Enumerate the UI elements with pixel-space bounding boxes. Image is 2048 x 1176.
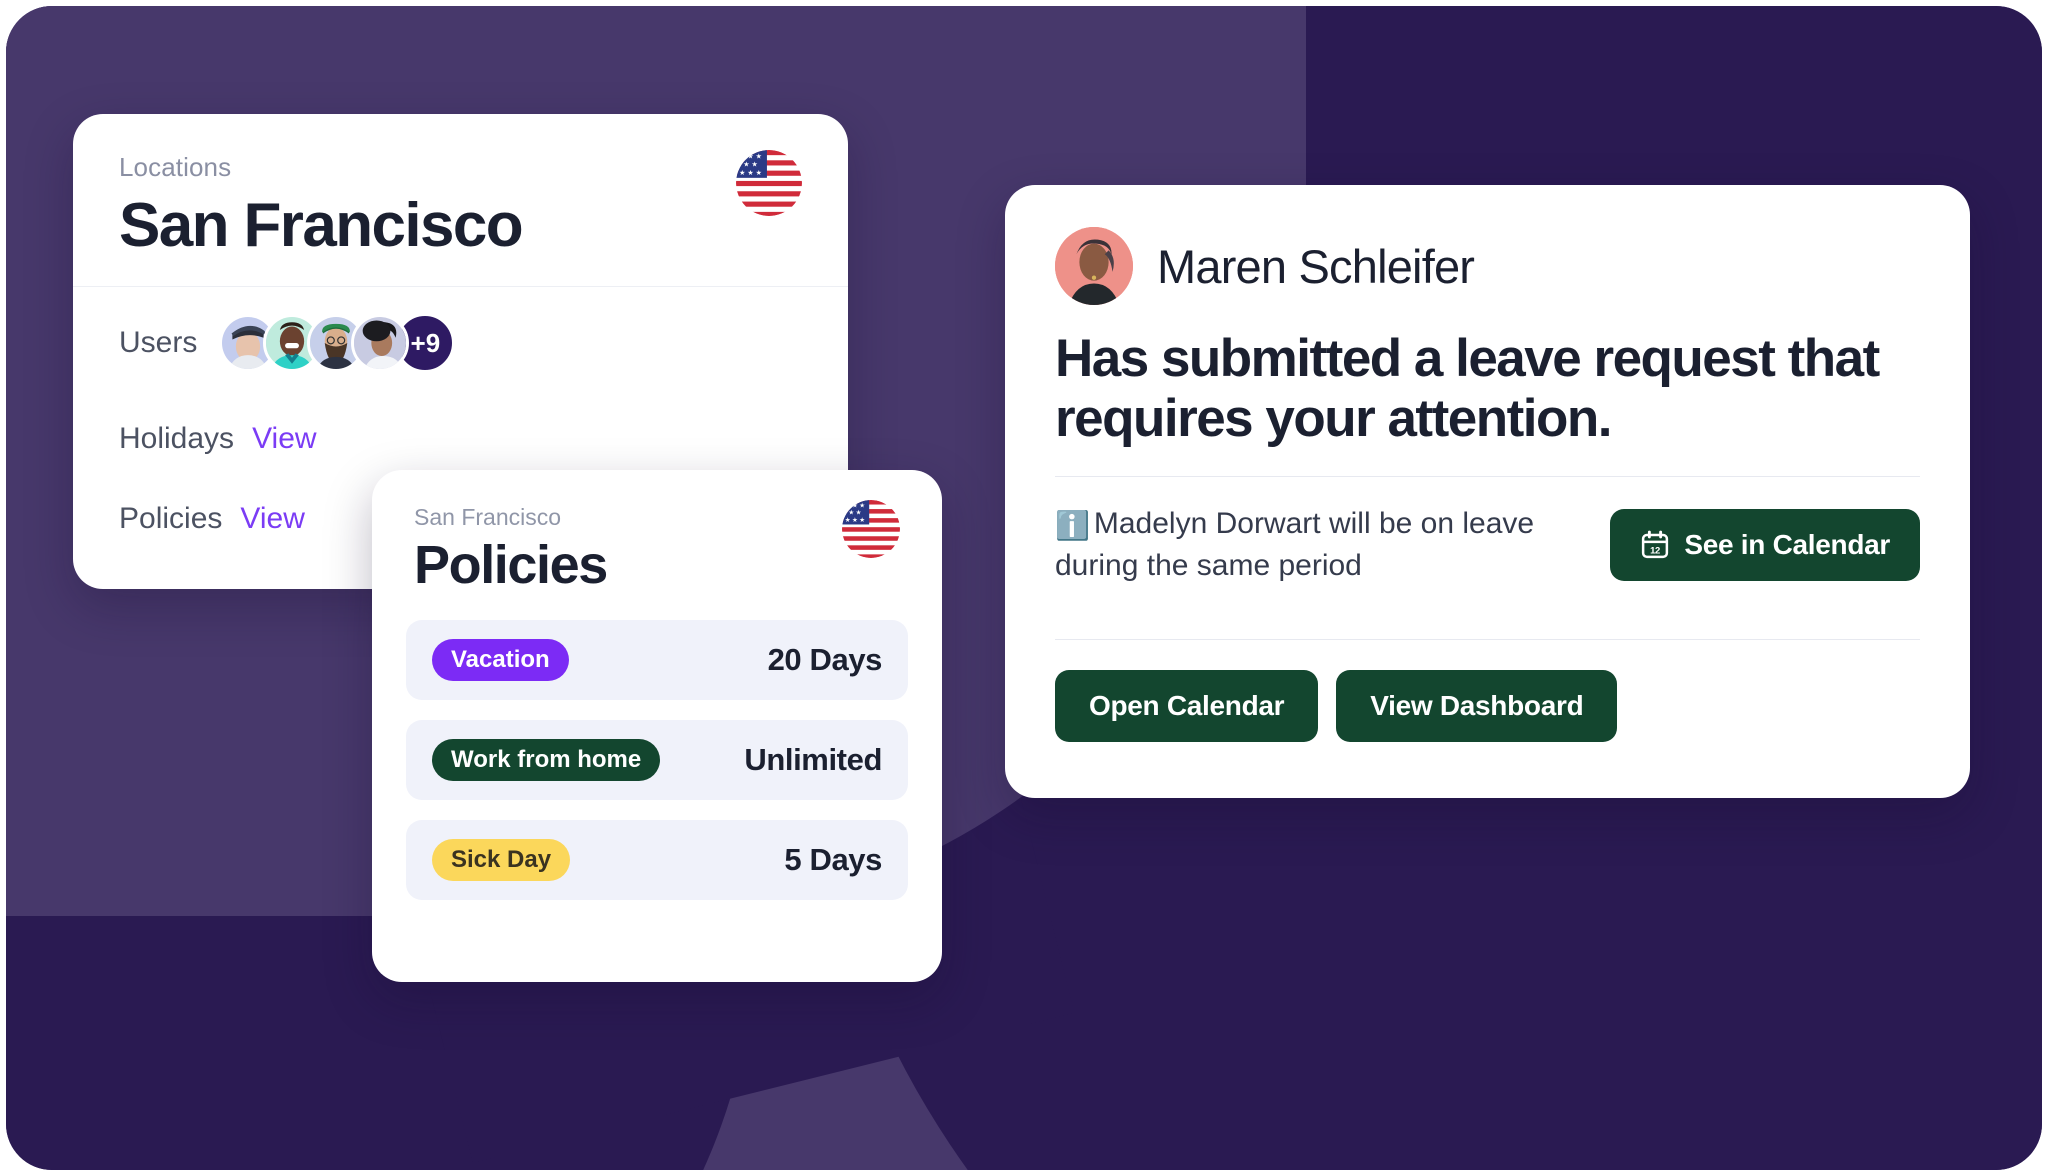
svg-text:12: 12 <box>1650 545 1660 556</box>
see-in-calendar-button[interactable]: 12 See in Calendar <box>1610 508 1920 581</box>
users-row: Users +9 <box>119 287 802 399</box>
holidays-view-link[interactable]: View <box>252 422 316 456</box>
location-eyebrow: Locations <box>119 152 232 182</box>
policy-chip-sick-day: Sick Day <box>432 838 571 882</box>
see-in-calendar-label: See in Calendar <box>1684 528 1890 560</box>
location-title: San Francisco <box>119 191 524 260</box>
policy-value-vacation: 20 Days <box>767 642 883 677</box>
policies-card: San Francisco Policies ★ ★ ★ ★ ★ ★ ★ ★ V… <box>372 470 942 982</box>
policies-eyebrow: San Francisco <box>414 504 562 530</box>
location-card-header: Locations San Francisco ★ ★ ★ ★ ★ ★ ★ ★ <box>73 114 848 286</box>
svg-text:★: ★ <box>852 517 858 524</box>
view-dashboard-label: View Dashboard <box>1370 689 1584 721</box>
svg-text:★: ★ <box>859 502 865 509</box>
holidays-row: Holidays View <box>119 399 802 479</box>
policies-list: Vacation 20 Days Work from home Unlimite… <box>372 620 942 930</box>
view-dashboard-button[interactable]: View Dashboard <box>1336 669 1618 742</box>
avatar[interactable] <box>351 314 410 372</box>
svg-text:★: ★ <box>856 510 862 517</box>
avatar[interactable] <box>1055 227 1133 305</box>
policy-row[interactable]: Sick Day 5 Days <box>406 820 908 900</box>
policy-value-work-from-home: Unlimited <box>744 742 882 777</box>
policy-row[interactable]: Work from home Unlimited <box>406 720 908 800</box>
us-flag-icon: ★ ★ ★ ★ ★ ★ ★ ★ <box>736 150 802 216</box>
policy-chip-work-from-home: Work from home <box>432 738 661 782</box>
conflict-note-text: Madelyn Dorwart will be on leave during … <box>1055 506 1535 583</box>
svg-text:★: ★ <box>756 168 762 177</box>
request-headline: Has submitted a leave request that requi… <box>1055 329 1880 449</box>
policies-label: Policies <box>119 502 223 535</box>
holidays-label: Holidays <box>119 422 235 455</box>
svg-text:★: ★ <box>848 510 854 517</box>
requester-name: Maren Schleifer <box>1157 239 1475 293</box>
policies-title: Policies <box>414 535 608 595</box>
open-calendar-button[interactable]: Open Calendar <box>1055 669 1319 742</box>
svg-text:★: ★ <box>739 168 745 177</box>
calendar-icon: 12 <box>1642 530 1669 558</box>
leave-request-card: Maren Schleifer Has submitted a leave re… <box>1005 185 1970 798</box>
conflict-note: ℹ️ Madelyn Dorwart will be on leave durin… <box>1055 503 1580 587</box>
screenshot-stage: Locations San Francisco ★ ★ ★ ★ ★ ★ ★ ★ … <box>0 0 2048 1176</box>
leave-request-body: Maren Schleifer Has submitted a leave re… <box>1005 185 1970 782</box>
requester-row: Maren Schleifer <box>1055 227 1920 305</box>
policy-value-sick-day: 5 Days <box>784 842 882 877</box>
open-calendar-label: Open Calendar <box>1089 689 1285 721</box>
policies-card-header: San Francisco Policies ★ ★ ★ ★ ★ ★ ★ ★ <box>372 470 942 620</box>
svg-text:★: ★ <box>845 517 851 524</box>
conflict-note-zone: ℹ️ Madelyn Dorwart will be on leave durin… <box>1055 477 1920 613</box>
svg-text:★: ★ <box>747 168 753 177</box>
policy-chip-vacation: Vacation <box>432 638 569 682</box>
action-button-row: Open Calendar View Dashboard <box>1055 640 1920 782</box>
policy-row[interactable]: Vacation 20 Days <box>406 620 908 700</box>
us-flag-icon: ★ ★ ★ ★ ★ ★ ★ ★ <box>842 500 900 558</box>
policies-view-link[interactable]: View <box>240 502 304 536</box>
svg-text:★: ★ <box>859 517 865 524</box>
info-icon: ℹ️ <box>1055 509 1090 541</box>
users-label: Users <box>119 326 198 359</box>
avatar-group[interactable]: +9 <box>219 313 456 373</box>
